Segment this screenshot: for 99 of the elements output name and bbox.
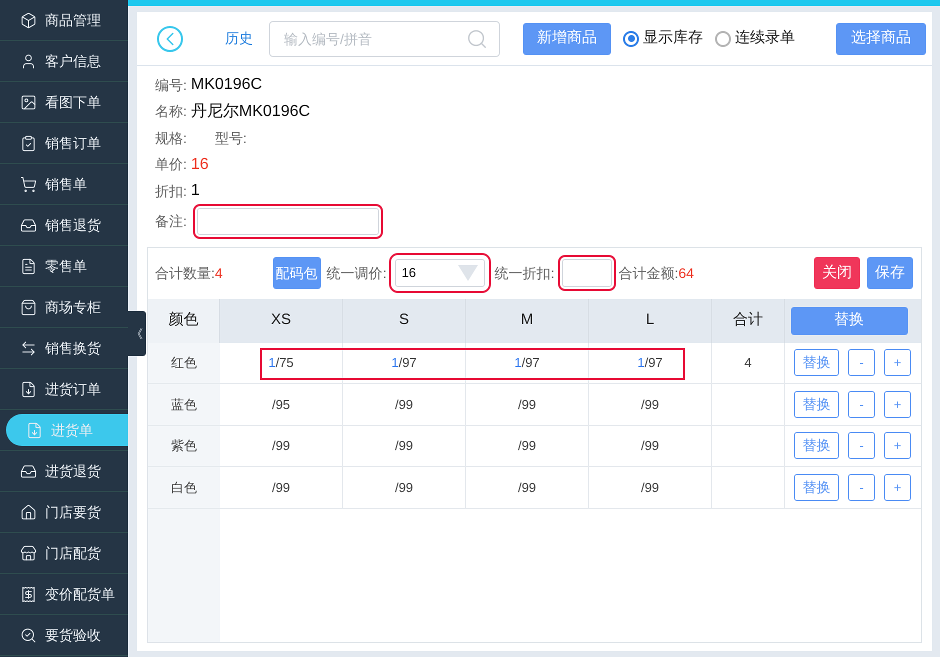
column-header: XS bbox=[220, 298, 343, 342]
column-header: 合计 bbox=[712, 298, 785, 342]
field-label: 规格: bbox=[155, 128, 187, 148]
history-link[interactable]: 历史 bbox=[225, 28, 253, 49]
field-label: 备注: bbox=[155, 212, 187, 231]
field-label: 型号: bbox=[214, 128, 247, 148]
replace-button[interactable]: 替换 bbox=[794, 349, 839, 376]
close-button[interactable]: 关闭 bbox=[814, 257, 860, 289]
color-cell: 白色 bbox=[148, 467, 220, 508]
decrease-button[interactable]: - bbox=[848, 432, 875, 460]
size-cell: /95 bbox=[220, 384, 343, 424]
field-value: MK0196C bbox=[190, 75, 262, 96]
field-label: 折扣: bbox=[155, 182, 187, 201]
column-header: L bbox=[589, 298, 712, 342]
size-cell: /99 bbox=[466, 384, 589, 424]
increase-button[interactable]: + bbox=[884, 349, 911, 376]
size-cell: 1/75 bbox=[220, 342, 343, 383]
box-icon bbox=[20, 12, 37, 28]
sidebar-item[interactable]: 看图下单 bbox=[0, 86, 128, 118]
collapse-toggle[interactable]: 《 bbox=[128, 311, 146, 356]
sidebar-item[interactable]: 零售单 bbox=[0, 250, 128, 282]
search-field[interactable]: 输入编号/拼音 bbox=[269, 20, 500, 56]
document-icon bbox=[20, 258, 37, 274]
radio-option[interactable]: 显示库存 bbox=[623, 27, 703, 50]
radio-option[interactable]: 连续录单 bbox=[715, 27, 795, 50]
size-cell: 1/97 bbox=[343, 342, 466, 383]
field-label: 编号: bbox=[155, 76, 187, 95]
sidebar-item[interactable]: 销售退货 bbox=[0, 209, 128, 241]
bag-icon bbox=[20, 298, 37, 316]
save-button[interactable]: 保存 bbox=[867, 257, 913, 289]
clipboard-icon bbox=[20, 134, 37, 152]
sidebar-item[interactable]: 门店配货 bbox=[0, 537, 128, 569]
sidebar-item[interactable]: 要货验收 bbox=[0, 619, 128, 651]
size-cell: /99 bbox=[589, 467, 712, 508]
decrease-button[interactable]: - bbox=[848, 474, 875, 501]
sidebar-item[interactable]: 销售订单 bbox=[0, 127, 128, 159]
column-header: M bbox=[466, 298, 589, 342]
increase-button[interactable]: + bbox=[884, 432, 911, 460]
total-cell-text: 4 bbox=[744, 354, 752, 372]
sidebar-item[interactable]: 门店要货 bbox=[0, 496, 128, 528]
add-product-button[interactable]: 新增商品 bbox=[523, 22, 611, 54]
dropdown-icon bbox=[458, 265, 478, 281]
sidebar-item[interactable]: 商场专柜 bbox=[0, 291, 128, 323]
size-cell: /99 bbox=[343, 467, 466, 508]
search-icon bbox=[466, 28, 488, 50]
inbox-icon bbox=[20, 216, 37, 234]
size-cell: /99 bbox=[220, 467, 343, 508]
image-icon bbox=[20, 94, 37, 110]
size-cell: 1/97 bbox=[589, 342, 712, 383]
field-value: 1 bbox=[190, 181, 200, 202]
size-pack-button[interactable]: 配码包 bbox=[272, 257, 321, 289]
size-cell: 1/97 bbox=[466, 342, 589, 383]
field-value: 16 bbox=[190, 154, 209, 175]
decrease-button[interactable]: - bbox=[848, 349, 875, 376]
document-icon bbox=[20, 380, 37, 398]
sidebar-item[interactable]: 销售换货 bbox=[0, 332, 128, 364]
field-value: 丹尼尔MK0196C bbox=[190, 102, 310, 122]
size-cell: /99 bbox=[343, 426, 466, 466]
select-product-button[interactable]: 选择商品 bbox=[836, 22, 926, 54]
house-icon bbox=[20, 504, 37, 520]
receipt-icon bbox=[20, 586, 37, 602]
sidebar-item[interactable]: 客户信息 bbox=[0, 45, 128, 77]
color-cell: 紫色 bbox=[148, 426, 220, 466]
sidebar-item[interactable]: 进货订单 bbox=[0, 373, 128, 405]
exchange-icon bbox=[20, 340, 37, 356]
size-cell: /99 bbox=[466, 426, 589, 466]
field-label: 单价: bbox=[155, 155, 187, 174]
size-cell: /99 bbox=[220, 426, 343, 466]
size-cell: /99 bbox=[589, 384, 712, 424]
increase-button[interactable]: + bbox=[884, 390, 911, 418]
back-icon[interactable] bbox=[157, 26, 183, 52]
color-cell: 蓝色 bbox=[148, 384, 220, 424]
document-icon bbox=[26, 422, 43, 438]
replace-all-button[interactable]: 替换 bbox=[790, 306, 908, 334]
replace-button[interactable]: 替换 bbox=[794, 390, 839, 418]
cart-icon bbox=[20, 176, 37, 192]
sidebar-item[interactable]: 商品管理 bbox=[0, 4, 128, 36]
replace-button[interactable]: 替换 bbox=[794, 474, 839, 501]
user-icon bbox=[20, 52, 37, 70]
increase-button[interactable]: + bbox=[884, 474, 911, 501]
decrease-button[interactable]: - bbox=[848, 390, 875, 418]
sidebar-item[interactable]: 进货退货 bbox=[0, 455, 128, 487]
unified-discount-label: 统一折扣: bbox=[494, 264, 554, 282]
search-icon bbox=[20, 626, 37, 644]
sidebar-item[interactable]: 销售单 bbox=[0, 168, 128, 200]
store-icon bbox=[20, 544, 37, 562]
total-quantity: 合计数量:4 bbox=[155, 264, 223, 282]
size-cell: /99 bbox=[466, 467, 589, 508]
unified-price-label: 统一调价: bbox=[326, 264, 387, 282]
size-cell: /99 bbox=[343, 384, 466, 424]
total-amount: 合计金额:64 bbox=[618, 264, 694, 282]
color-cell: 红色 bbox=[148, 342, 220, 383]
inbox-icon bbox=[20, 462, 37, 480]
size-cell: /99 bbox=[589, 426, 712, 466]
column-header: S bbox=[343, 298, 466, 342]
column-header: 颜色 bbox=[148, 298, 220, 342]
sidebar-item[interactable]: 变价配货单 bbox=[0, 578, 128, 610]
replace-button[interactable]: 替换 bbox=[794, 432, 839, 460]
field-label: 名称: bbox=[155, 102, 187, 122]
